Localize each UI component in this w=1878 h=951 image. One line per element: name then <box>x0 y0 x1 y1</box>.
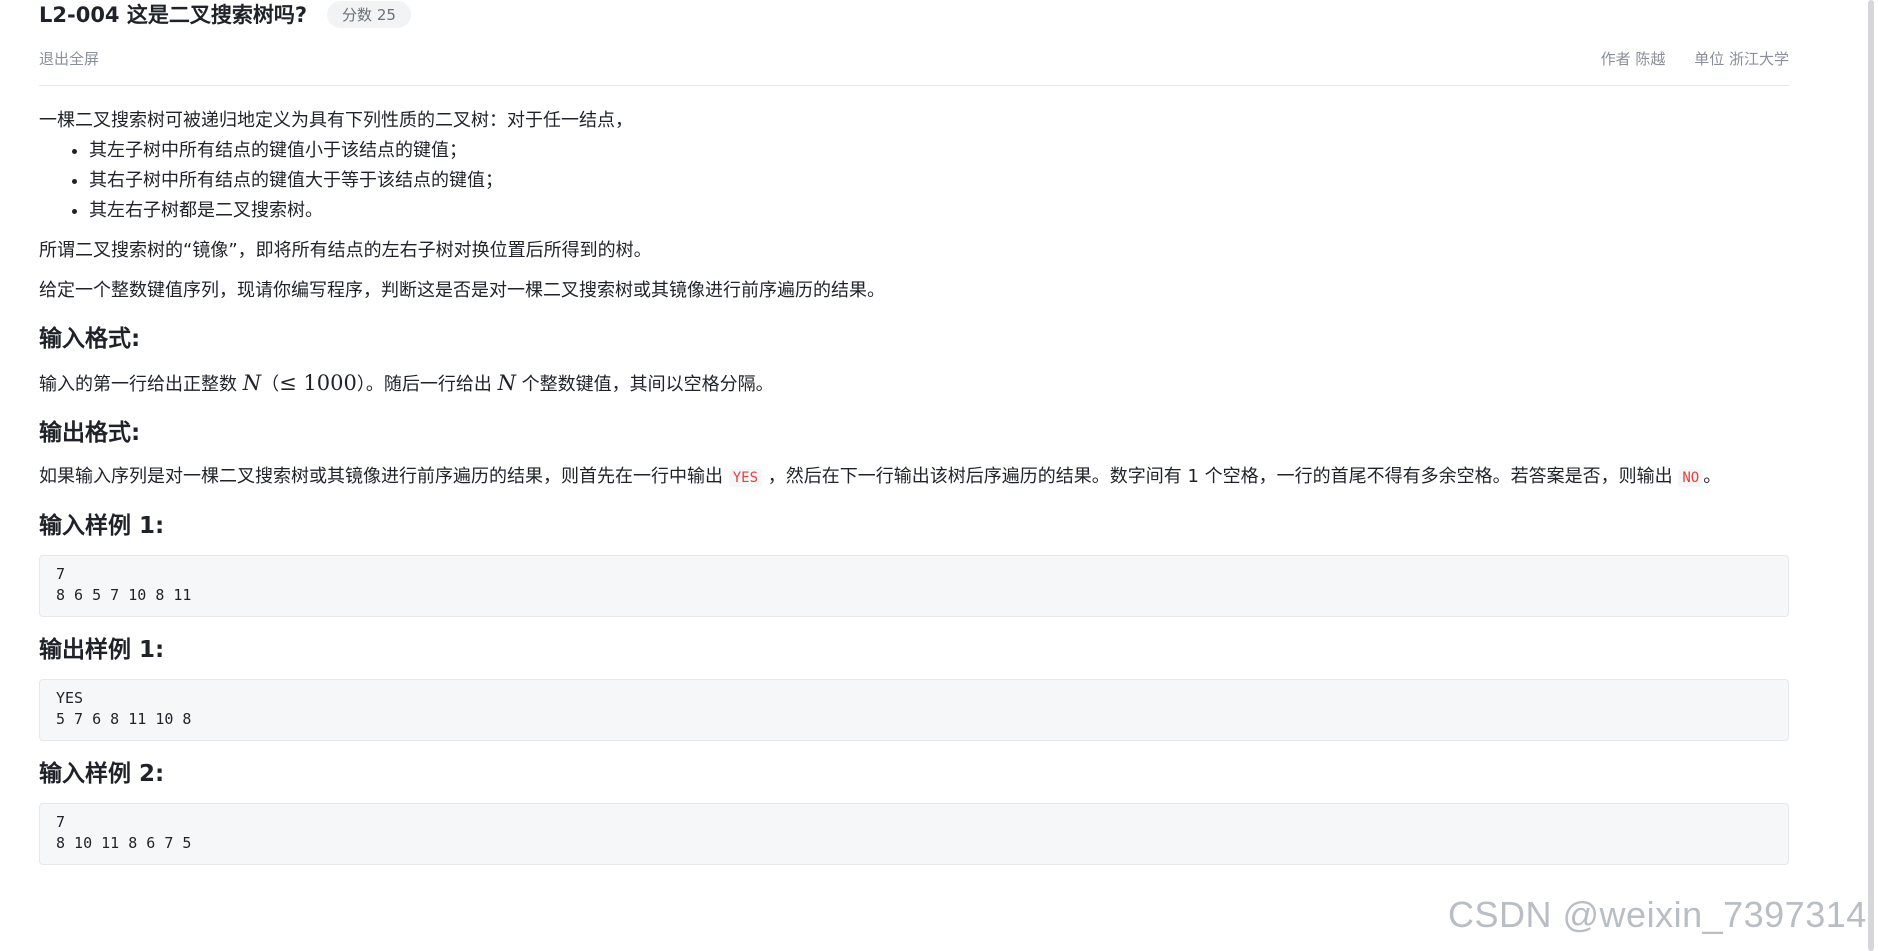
title-row: L2-004 这是二叉搜索树吗? 分数 25 <box>39 0 411 28</box>
csdn-watermark: CSDN @weixin_73973142 <box>1448 894 1878 935</box>
sample-line: YES <box>56 689 84 707</box>
list-item: 其右子树中所有结点的键值大于等于该结点的键值； <box>89 166 1789 196</box>
sample-line: 8 6 5 7 10 8 11 <box>56 586 192 604</box>
task-text: 给定一个整数键值序列，现请你编写程序，判断这是否是对一棵二叉搜索树或其镜像进行前… <box>39 280 885 301</box>
input-text-part: 输入的第一行给出正整数 <box>39 374 243 395</box>
input-format-text: 输入的第一行给出正整数 N（≤ 1000）。随后一行给出 N 个整数键值，其间以… <box>39 368 1789 400</box>
math-expr: ≤ 1000 <box>279 371 357 395</box>
output-text-part: 。 <box>1703 466 1722 487</box>
math-var: N <box>497 371 516 395</box>
problem-title: L2-004 这是二叉搜索树吗? <box>39 3 308 27</box>
intro-text: 一棵二叉搜索树可被递归地定义为具有下列性质的二叉树：对于任一结点， <box>39 110 633 131</box>
list-item: 其左子树中所有结点的键值小于该结点的键值； <box>89 136 1789 166</box>
sample-line: 5 7 6 8 11 10 8 <box>56 710 192 728</box>
sample-line: 8 10 11 8 6 7 5 <box>56 834 192 852</box>
input-text-part: 。随后一行给出 <box>365 374 498 395</box>
divider <box>39 85 1789 86</box>
unit-label: 单位 浙江大学 <box>1694 50 1789 68</box>
mirror-definition: 所谓二叉搜索树的“镜像”，即将所有结点的左右子树对换位置后所得到的树。 <box>39 240 652 261</box>
yes-code: YES <box>728 469 763 487</box>
sample-output-1-heading: 输出样例 1: <box>39 637 165 663</box>
scrollbar-thumb[interactable] <box>1868 0 1874 951</box>
sample-input-2-heading: 输入样例 2: <box>39 761 165 787</box>
output-format-text: 如果输入序列是对一棵二叉搜索树或其镜像进行前序遍历的结果，则首先在一行中输出 Y… <box>39 462 1789 493</box>
sample-input-1-heading: 输入样例 1: <box>39 513 165 539</box>
input-text-part: （ <box>261 374 280 395</box>
toolbar: 退出全屏 作者 陈越 单位 浙江大学 <box>39 48 1789 72</box>
input-text-part: ） <box>356 374 366 395</box>
sample-line: 7 <box>56 813 66 831</box>
sample-output-1-box[interactable]: YES 5 7 6 8 11 10 8 <box>39 679 1789 741</box>
no-code: NO <box>1678 469 1704 487</box>
output-text-part: 如果输入序列是对一棵二叉搜索树或其镜像进行前序遍历的结果，则首先在一行中输出 <box>39 466 729 487</box>
problem-meta: 作者 陈越 单位 浙江大学 <box>1577 48 1789 69</box>
input-text-part: 个整数键值，其间以空格分隔。 <box>515 374 774 395</box>
sample-line: 7 <box>56 565 66 583</box>
property-list: 其左子树中所有结点的键值小于该结点的键值； 其右子树中所有结点的键值大于等于该结… <box>39 136 1789 226</box>
scrollbar[interactable] <box>1866 0 1878 951</box>
problem-description: 一棵二叉搜索树可被递归地定义为具有下列性质的二叉树：对于任一结点， 其左子树中所… <box>39 106 1789 865</box>
sample-input-1-box[interactable]: 7 8 6 5 7 10 8 11 <box>39 555 1789 617</box>
output-format-heading: 输出格式: <box>39 420 141 446</box>
input-format-heading: 输入格式: <box>39 326 141 352</box>
output-text-part: ，然后在下一行输出该树后序遍历的结果。数字间有 1 个空格，一行的首尾不得有多余… <box>762 466 1679 487</box>
sample-input-2-box[interactable]: 7 8 10 11 8 6 7 5 <box>39 803 1789 865</box>
score-badge: 分数 25 <box>327 0 411 28</box>
list-item: 其左右子树都是二叉搜索树。 <box>89 196 1789 226</box>
author-label: 作者 陈越 <box>1600 50 1666 68</box>
math-var: N <box>242 371 262 395</box>
exit-fullscreen-button[interactable]: 退出全屏 <box>39 48 99 69</box>
